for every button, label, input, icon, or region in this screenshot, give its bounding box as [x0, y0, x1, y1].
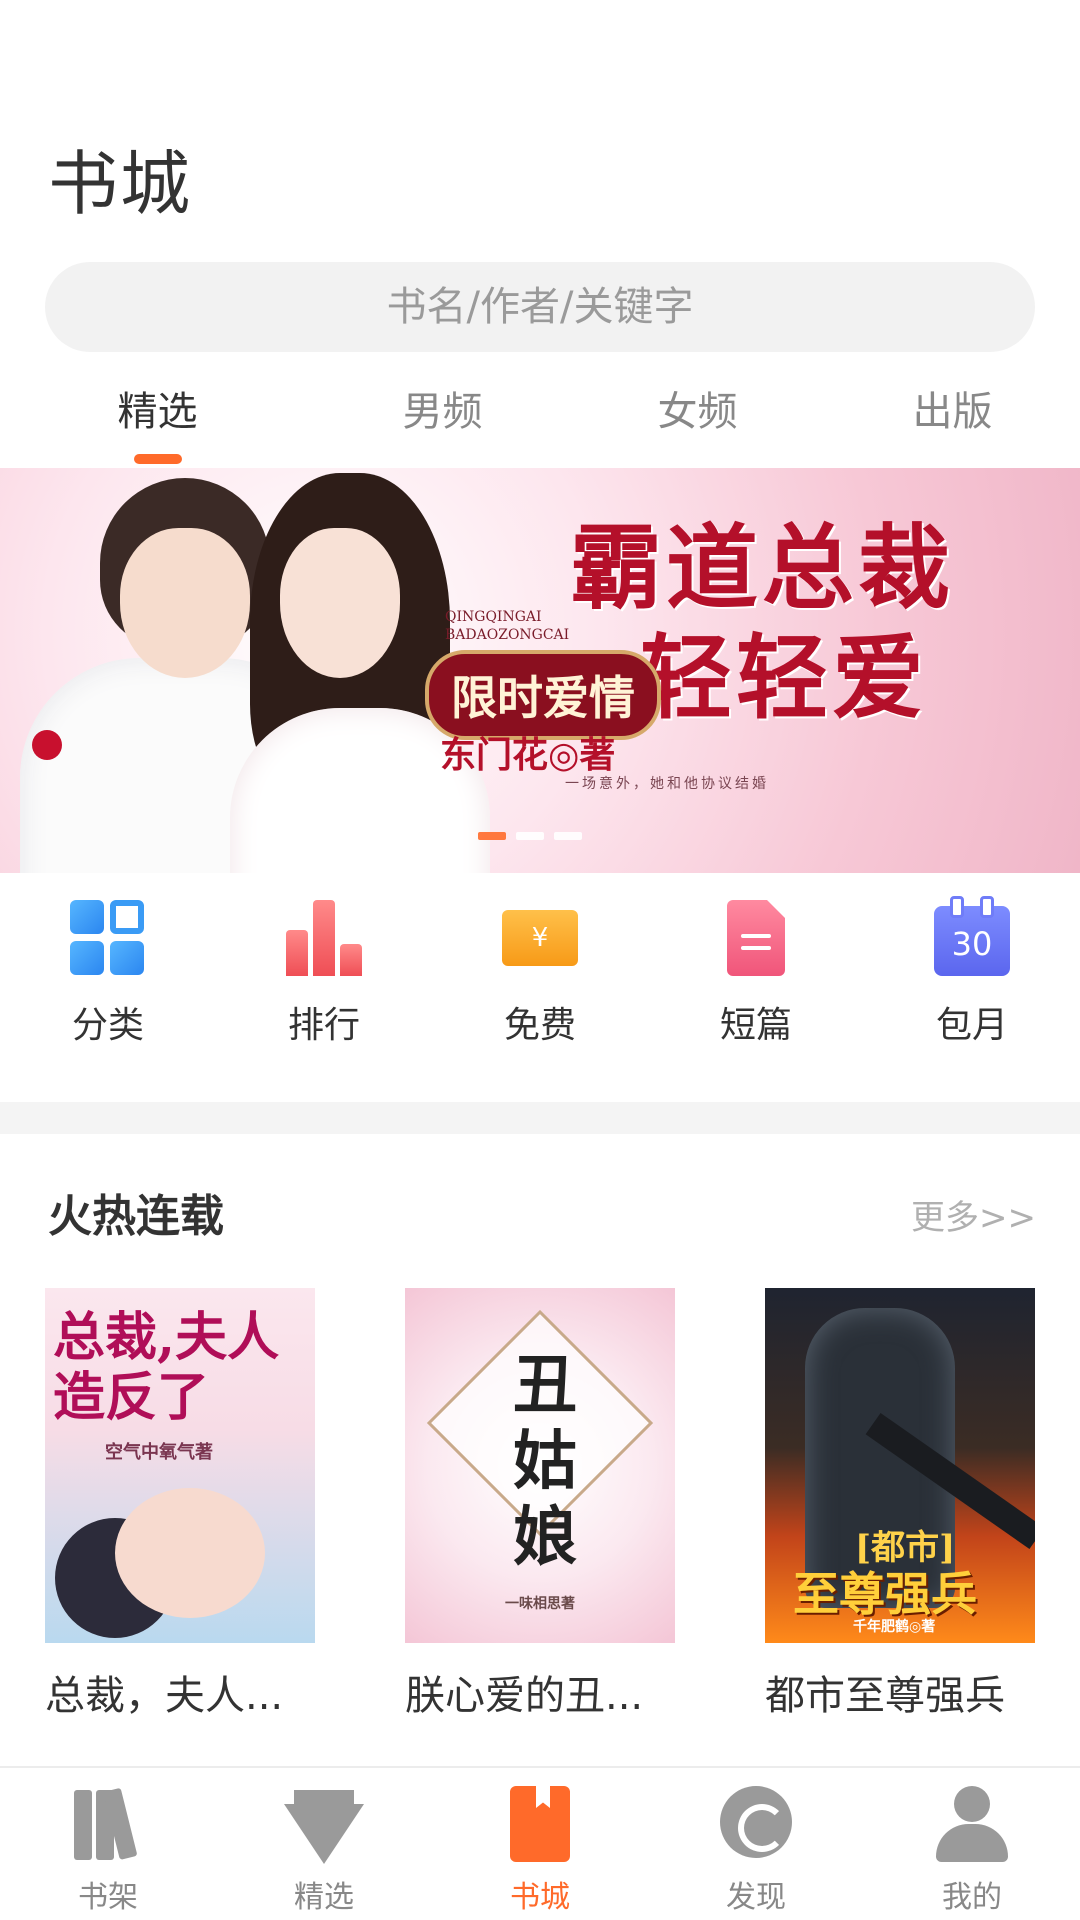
- banner-pinyin: QINGQINGAI BADAOZONGCAI: [445, 608, 569, 644]
- nav-label: 发现: [726, 1880, 786, 1915]
- tab-male[interactable]: 男频: [315, 372, 570, 462]
- banner-illustration-woman-face: [280, 528, 400, 678]
- ranking-bars-icon: [286, 900, 362, 976]
- active-tab-indicator: [133, 454, 182, 464]
- quick-links: 分类 排行 ¥ 免费 短篇 30 包月: [0, 896, 1080, 1070]
- tab-label: 出版: [912, 389, 993, 435]
- book-cover[interactable]: 总裁,夫人造反了 空气中氧气著: [45, 1288, 315, 1643]
- banner-pinyin-line2: BADAOZONGCAI: [445, 627, 570, 643]
- quick-link-ranking[interactable]: 排行: [216, 900, 432, 1070]
- cover-title: 丑姑娘: [513, 1348, 577, 1575]
- bookstore-icon: [500, 1784, 580, 1864]
- book-cover[interactable]: [都市] 至尊强兵 千年肥鹤◎著: [765, 1288, 1035, 1643]
- quick-link-label: 包月: [935, 1005, 1008, 1046]
- more-link[interactable]: 更多>>: [911, 1190, 1036, 1239]
- tab-label: 精选: [117, 389, 198, 435]
- short-story-doc-icon: [718, 900, 794, 976]
- section-divider: [0, 1102, 1080, 1134]
- cover-title: 至尊强兵: [793, 1567, 977, 1621]
- book-title[interactable]: 都市至尊强兵: [765, 1663, 1035, 1721]
- quick-link-free[interactable]: ¥ 免费: [432, 900, 648, 1070]
- quick-link-label: 短篇: [719, 1005, 792, 1046]
- section-title: 火热连载: [48, 1191, 224, 1242]
- nav-profile[interactable]: 我的: [864, 1768, 1080, 1920]
- profile-icon: [932, 1784, 1012, 1864]
- cover-author: 一味相思著: [505, 1596, 575, 1612]
- carousel-dot[interactable]: [554, 832, 582, 840]
- diamond-icon: [284, 1784, 364, 1864]
- category-tabs: 精选 男频 女频 出版: [0, 372, 1080, 464]
- banner-illustration-man-face: [120, 528, 250, 678]
- nav-bookstore[interactable]: 书城: [432, 1768, 648, 1920]
- book-item[interactable]: 丑姑娘 一味相思著 朕心爱的丑...: [405, 1288, 675, 1721]
- quick-link-monthly[interactable]: 30 包月: [864, 896, 1080, 1070]
- promo-banner[interactable]: 霸道总裁 轻轻爱 QINGQINGAI BADAOZONGCAI 限时爱情 东门…: [0, 468, 1080, 873]
- book-title[interactable]: 朕心爱的丑...: [405, 1663, 675, 1721]
- tab-label: 男频: [402, 389, 483, 435]
- bookshelf-icon: [68, 1784, 148, 1864]
- carousel-dot[interactable]: [516, 832, 544, 840]
- cover-author: 空气中氧气著: [105, 1442, 213, 1463]
- free-ticket-icon: ¥: [502, 900, 578, 976]
- tab-female[interactable]: 女频: [570, 372, 825, 462]
- quick-link-category[interactable]: 分类: [0, 900, 216, 1070]
- rose-icon: [32, 730, 62, 760]
- discover-icon: [716, 1784, 796, 1864]
- nav-label: 书城: [510, 1880, 570, 1915]
- bottom-nav: 书架 精选 书城 发现 我的: [0, 1766, 1080, 1920]
- book-list: 总裁,夫人造反了 空气中氧气著 总裁，夫人... 丑姑娘 一味相思著 朕心爱的丑…: [45, 1288, 1035, 1721]
- quick-link-label: 分类: [71, 1005, 144, 1046]
- banner-pinyin-line1: QINGQINGAI: [445, 609, 542, 625]
- book-item[interactable]: 总裁,夫人造反了 空气中氧气著 总裁，夫人...: [45, 1288, 315, 1721]
- monthly-calendar-icon: 30: [934, 896, 1010, 976]
- quick-link-short[interactable]: 短篇: [648, 900, 864, 1070]
- quick-link-label: 排行: [287, 1005, 360, 1046]
- category-grid-icon: [70, 900, 146, 976]
- nav-featured[interactable]: 精选: [216, 1768, 432, 1920]
- banner-tagline: 一场意外，她和他协议结婚: [565, 776, 769, 792]
- carousel-indicator: [478, 832, 582, 840]
- nav-discover[interactable]: 发现: [648, 1768, 864, 1920]
- tab-label: 女频: [657, 389, 738, 435]
- search-input[interactable]: [45, 262, 1035, 352]
- banner-title-line1: 霸道总裁: [570, 514, 955, 622]
- quick-link-label: 免费: [503, 1005, 576, 1046]
- carousel-dot-active[interactable]: [478, 832, 506, 840]
- nav-bookshelf[interactable]: 书架: [0, 1768, 216, 1920]
- cover-title: 总裁,夫人造反了: [53, 1307, 280, 1428]
- book-cover[interactable]: 丑姑娘 一味相思著: [405, 1288, 675, 1643]
- tab-selected[interactable]: 精选: [0, 372, 315, 464]
- book-item[interactable]: [都市] 至尊强兵 千年肥鹤◎著 都市至尊强兵: [765, 1288, 1035, 1721]
- page-title: 书城: [48, 143, 192, 225]
- nav-label: 书架: [78, 1880, 138, 1915]
- nav-label: 精选: [294, 1880, 354, 1915]
- tab-publishing[interactable]: 出版: [825, 372, 1080, 462]
- nav-label: 我的: [942, 1880, 1002, 1915]
- banner-author: 东门花◎著: [440, 734, 616, 776]
- cover-author: 千年肥鹤◎著: [853, 1619, 936, 1635]
- book-title[interactable]: 总裁，夫人...: [45, 1663, 315, 1721]
